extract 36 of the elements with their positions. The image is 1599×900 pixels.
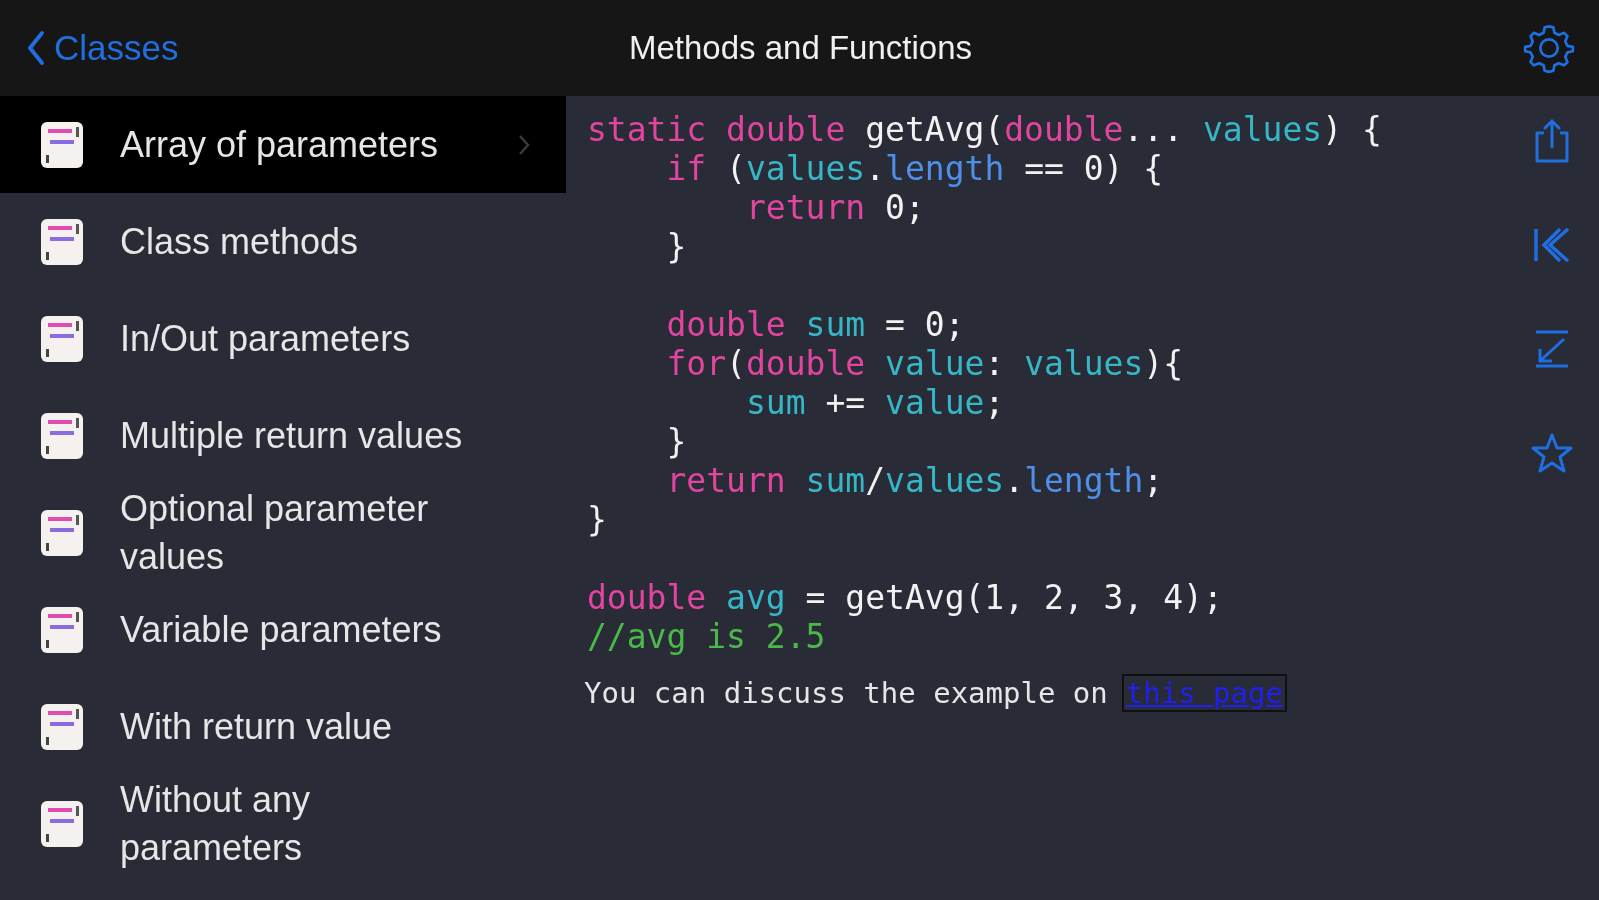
list-item[interactable]: Multiple return values xyxy=(0,387,566,484)
chevron-icon xyxy=(518,133,530,156)
code-file-icon xyxy=(40,702,84,751)
settings-icon[interactable] xyxy=(1523,22,1575,74)
code-line: double avg = getAvg(1, 2, 3, 4); xyxy=(587,578,1223,617)
code-file-icon xyxy=(40,314,84,363)
code-file-icon xyxy=(40,120,84,169)
code-line: //avg is 2.5 xyxy=(587,617,826,656)
list-item[interactable]: Variable parameters xyxy=(0,581,566,678)
code-file-icon xyxy=(40,605,84,654)
code-file-icon xyxy=(40,217,84,266)
list-item[interactable]: Without any parameters xyxy=(0,775,566,872)
code-line: } xyxy=(665,227,687,266)
code-line: return 0; xyxy=(744,188,925,227)
code-line: return sum/values.length; xyxy=(665,461,1164,500)
chevron-left-icon xyxy=(26,30,46,66)
list-item[interactable]: Optional parameter values xyxy=(0,484,566,581)
code-line: } xyxy=(587,500,607,539)
code-line: } xyxy=(665,422,687,461)
code-line: sum += value; xyxy=(744,383,1005,422)
code-line: for(double value: values){ xyxy=(665,344,1184,383)
first-page-icon[interactable] xyxy=(1531,225,1572,265)
back-button[interactable]: Classes xyxy=(26,28,179,68)
list-item[interactable]: With return value xyxy=(0,678,566,775)
list-item[interactable]: Array of parameters xyxy=(0,96,566,193)
screen-title: Methods and Functions xyxy=(628,29,972,67)
code-file-icon xyxy=(40,411,84,460)
note-text: You can discuss the example on xyxy=(584,676,1108,710)
list-item[interactable]: Class methods xyxy=(0,193,566,290)
code-line: if (values.length == 0) { xyxy=(665,149,1164,188)
code-line: double sum = 0; xyxy=(665,305,965,344)
code-line: static double getAvg(double... values) { xyxy=(587,110,1382,149)
code-file-icon xyxy=(40,508,84,557)
code-file-icon xyxy=(40,799,84,848)
list-item[interactable]: In/Out parameters xyxy=(0,290,566,387)
star-icon[interactable] xyxy=(1529,432,1574,474)
